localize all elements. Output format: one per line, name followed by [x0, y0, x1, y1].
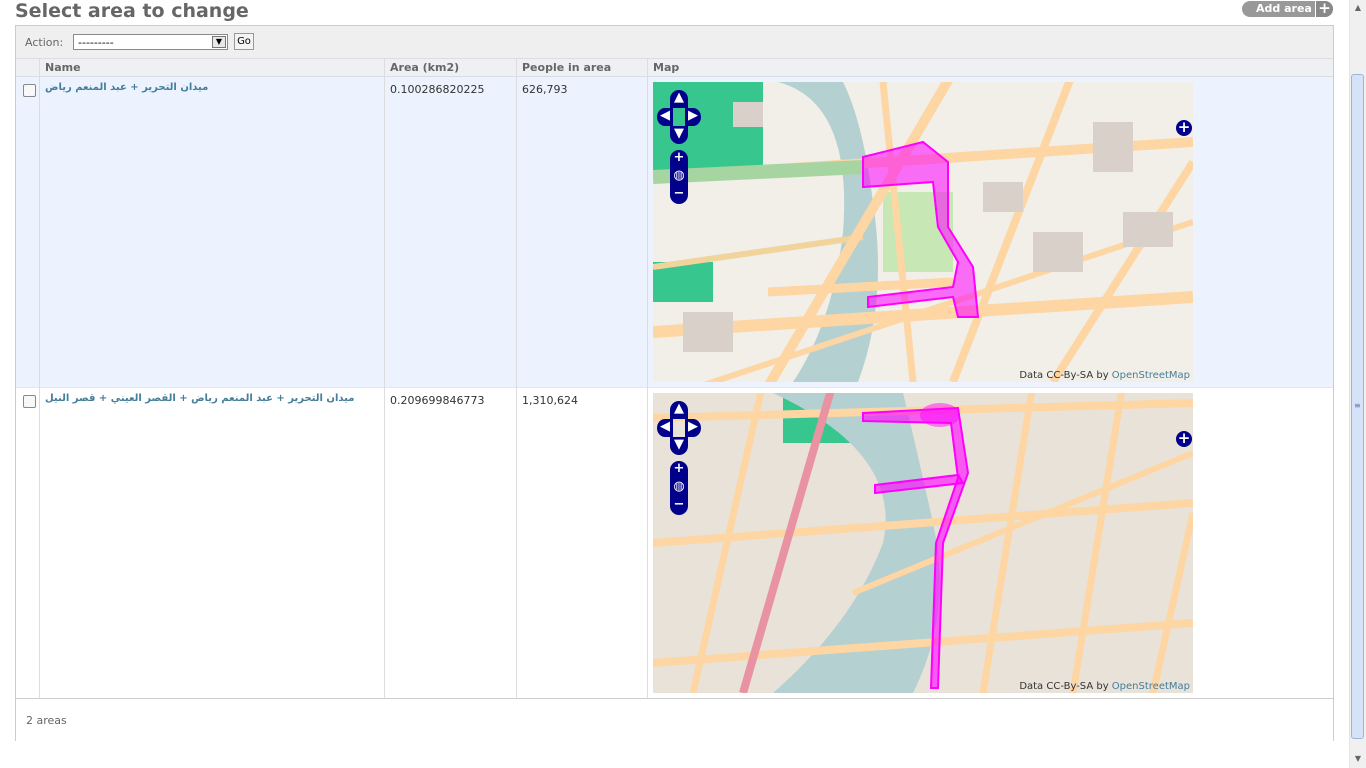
go-button[interactable]: Go — [234, 33, 254, 50]
column-divider — [647, 59, 648, 698]
add-icon: + — [1315, 1, 1333, 17]
column-header-map: Map — [653, 61, 680, 74]
pan-down-icon[interactable]: ▼ — [670, 126, 688, 144]
area-value: 0.100286820225 — [390, 83, 485, 96]
area-map[interactable]: ▲ ◀ ▶ ▼ + ◍ − + Data CC-By-SA by OpenStr… — [653, 393, 1193, 693]
layer-switcher-icon[interactable]: + — [1176, 120, 1192, 136]
scroll-down-icon[interactable]: ▼ — [1353, 754, 1363, 764]
action-select[interactable]: --------- ▼ — [73, 34, 228, 50]
osm-link[interactable]: OpenStreetMap — [1112, 370, 1190, 381]
grip-icon: ≡ — [1354, 401, 1361, 410]
pan-left-icon[interactable]: ◀ — [657, 419, 673, 437]
zoom-world-icon[interactable]: ◍ — [670, 479, 688, 497]
pan-up-icon[interactable]: ▲ — [670, 90, 688, 108]
pan-left-icon[interactable]: ◀ — [657, 108, 673, 126]
scroll-thumb[interactable]: ≡ — [1351, 74, 1364, 739]
zoom-out-icon[interactable]: − — [670, 186, 688, 204]
area-map[interactable]: ▲ ◀ ▶ ▼ + ◍ − + Data CC-By-SA by OpenStr… — [653, 82, 1193, 382]
pan-up-icon[interactable]: ▲ — [670, 401, 688, 419]
map-attribution: Data CC-By-SA by OpenStreetMap — [1019, 681, 1190, 692]
area-name-link[interactable]: ميدان التحرير + عبد المنعم رياض — [45, 82, 375, 93]
attribution-text: Data CC-By-SA by — [1019, 681, 1112, 692]
action-select-value: --------- — [78, 36, 114, 49]
pan-down-icon[interactable]: ▼ — [670, 437, 688, 455]
map-attribution: Data CC-By-SA by OpenStreetMap — [1019, 370, 1190, 381]
layer-switcher-icon[interactable]: + — [1176, 431, 1192, 447]
area-value: 0.209699846773 — [390, 394, 485, 407]
people-value: 626,793 — [522, 83, 568, 96]
chevron-down-icon: ▼ — [212, 36, 226, 48]
add-area-label: Add area — [1256, 2, 1312, 15]
result-count: 2 areas — [26, 714, 67, 727]
column-header-people[interactable]: People in area — [522, 61, 611, 74]
actions-bar: Action: --------- ▼ Go — [16, 26, 1333, 59]
zoom-in-icon[interactable]: + — [670, 150, 688, 168]
map-tiles — [653, 393, 1193, 693]
pan-right-icon[interactable]: ▶ — [685, 419, 701, 437]
scroll-up-icon[interactable]: ▲ — [1353, 3, 1363, 13]
area-name-link[interactable]: ميدان التحرير + عبد المنعم رياض + القصر … — [45, 393, 375, 404]
map-tiles — [653, 82, 1193, 382]
pan-right-icon[interactable]: ▶ — [685, 108, 701, 126]
column-header-name[interactable]: Name — [45, 61, 81, 74]
table-row: ميدان التحرير + عبد المنعم رياض 0.100286… — [16, 77, 1333, 388]
row-checkbox[interactable] — [23, 84, 36, 97]
osm-link[interactable]: OpenStreetMap — [1112, 681, 1190, 692]
column-divider — [39, 59, 40, 698]
zoom-world-icon[interactable]: ◍ — [670, 168, 688, 186]
table-row: ميدان التحرير + عبد المنعم رياض + القصر … — [16, 388, 1333, 698]
column-divider — [384, 59, 385, 698]
paginator: 2 areas — [16, 698, 1333, 741]
add-area-button[interactable]: Add area + — [1242, 1, 1333, 17]
zoom-out-icon[interactable]: − — [670, 497, 688, 515]
people-value: 1,310,624 — [522, 394, 578, 407]
scrollbar[interactable]: ▲ ≡ ▼ — [1349, 0, 1366, 768]
changelist: Action: --------- ▼ Go Name Area (km2) P… — [15, 25, 1334, 741]
column-header-area[interactable]: Area (km2) — [390, 61, 459, 74]
table-header: Name Area (km2) People in area Map — [16, 59, 1333, 77]
attribution-text: Data CC-By-SA by — [1019, 370, 1112, 381]
row-checkbox[interactable] — [23, 395, 36, 408]
column-divider — [516, 59, 517, 698]
page-title: Select area to change — [15, 0, 249, 22]
zoom-in-icon[interactable]: + — [670, 461, 688, 479]
action-label: Action: — [25, 36, 64, 49]
